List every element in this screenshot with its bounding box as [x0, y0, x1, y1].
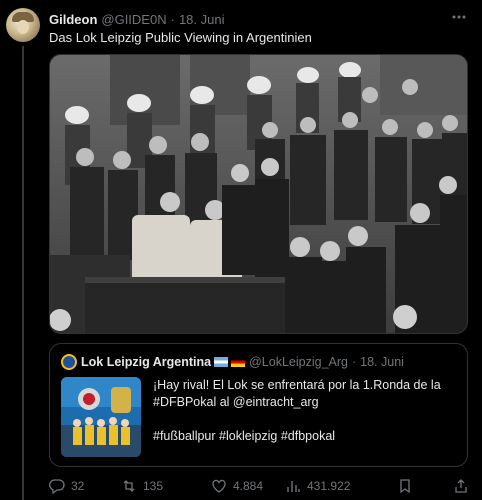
tweet-date[interactable]: 18. Juni: [179, 12, 225, 27]
tweet-actions: 32 135 4.884 431.922: [49, 476, 468, 496]
author-name[interactable]: Gildeon: [49, 12, 97, 27]
quote-separator: ·: [351, 355, 357, 369]
germany-flag-icon: [231, 357, 246, 367]
bookmark-icon: [400, 479, 410, 494]
quoted-tweet[interactable]: Lok Leipzig Argentina @LokLeipzig_Arg · …: [49, 343, 468, 467]
view-count: 431.922: [307, 479, 351, 493]
argentina-flag-icon: [214, 357, 229, 367]
quote-thumbnail[interactable]: [61, 377, 141, 457]
retweet-button[interactable]: 135: [121, 478, 163, 494]
quote-header: Lok Leipzig Argentina @LokLeipzig_Arg · …: [61, 353, 404, 371]
like-button[interactable]: 4.884: [211, 478, 263, 494]
quote-author-handle[interactable]: @LokLeipzig_Arg: [249, 355, 348, 369]
quote-text: ¡Hay rival! El Lok se enfrentará por la …: [153, 377, 458, 445]
like-count: 4.884: [233, 479, 264, 493]
heart-icon: [212, 479, 226, 493]
retweet-icon: [123, 480, 135, 492]
quote-author-avatar[interactable]: [61, 354, 77, 370]
tweet-photo[interactable]: [49, 54, 468, 334]
share-icon: [455, 479, 467, 493]
retweet-count: 135: [143, 479, 164, 493]
quote-line: #DFBPokal al @eintracht_arg: [153, 395, 319, 409]
quote-author-name[interactable]: Lok Leipzig Argentina: [81, 355, 211, 369]
tweet-header: Gildeon @GIIDE0N · 18. Juni: [49, 10, 225, 28]
author-avatar[interactable]: [6, 8, 40, 42]
share-button[interactable]: [453, 478, 475, 494]
quote-line: ¡Hay rival! El Lok se enfrentará por la …: [153, 378, 441, 392]
quote-date[interactable]: 18. Juni: [360, 355, 404, 369]
views-icon: [287, 481, 300, 492]
thread-line: [22, 46, 24, 500]
tweet-text: Das Lok Leipzig Public Viewing in Argent…: [49, 30, 312, 45]
views-button[interactable]: 431.922: [285, 478, 350, 494]
reply-icon: [49, 479, 65, 494]
tweet[interactable]: Gildeon @GIIDE0N · 18. Juni Das Lok Leip…: [0, 0, 482, 500]
more-icon[interactable]: [450, 8, 468, 26]
author-handle[interactable]: @GIIDE0N: [101, 12, 166, 27]
header-separator: ·: [170, 11, 175, 27]
reply-button[interactable]: 32: [49, 478, 84, 494]
reply-count: 32: [71, 479, 85, 493]
bookmark-button[interactable]: [397, 478, 419, 494]
quote-line: #fußballpur #lokleipzig #dfbpokal: [153, 429, 336, 443]
